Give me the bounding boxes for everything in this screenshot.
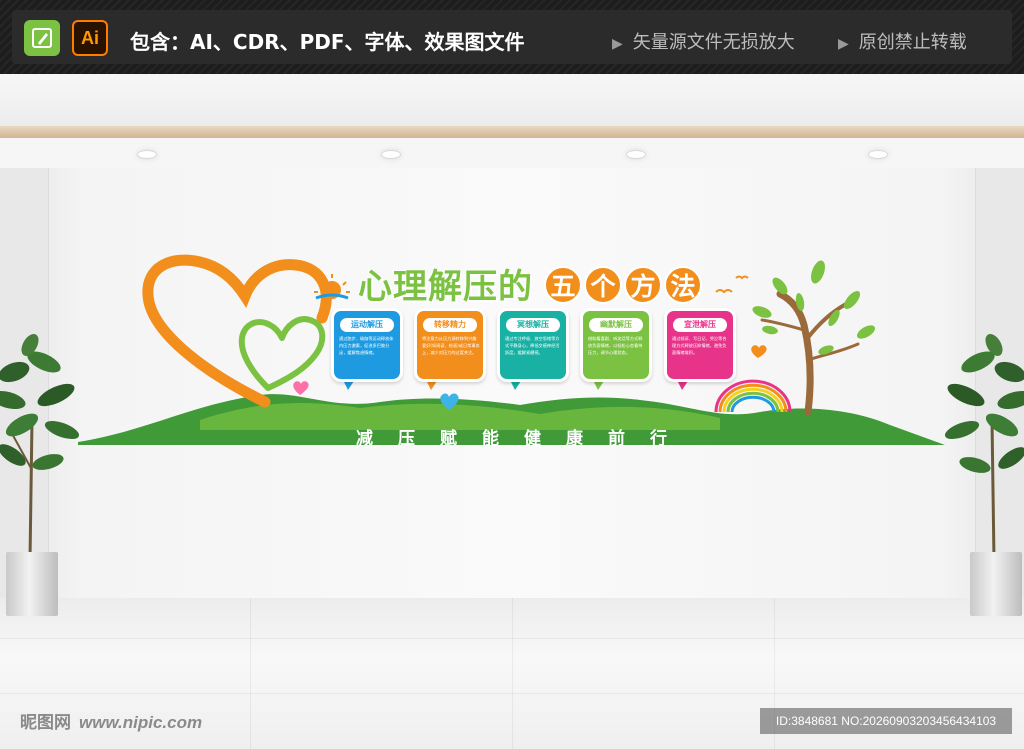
slogan-char: 健	[524, 429, 541, 449]
card-title: 幽默解压	[589, 318, 643, 332]
watermark-url: www.nipic.com	[79, 713, 203, 732]
card-title: 冥想解压	[506, 318, 560, 332]
slogan-char: 康	[566, 429, 583, 449]
title-circle-char: 法	[664, 266, 702, 304]
watermark-site: 昵图网 www.nipic.com	[20, 708, 202, 733]
card-title: 转移精力	[423, 318, 477, 332]
slogan-char: 赋	[440, 429, 457, 449]
slogan-char: 前	[608, 429, 625, 449]
green-heart-icon	[238, 316, 326, 391]
card-body: 将注意力从压力源转移到兴趣爱好(如阅读、绘画)或日常事务上，减少对压力的过度关注…	[422, 336, 480, 355]
rainbow-icon	[714, 379, 792, 413]
card-body: 通过跑步、瑜伽等运动释放体内压力激素，促进多巴胺分泌，缓解焦虑情绪。	[339, 336, 394, 355]
slogan-char: 能	[482, 429, 499, 449]
orange-heart-small-icon	[751, 345, 767, 358]
title-circle-char: 方	[624, 266, 662, 304]
slogan-char: 压	[398, 429, 415, 449]
wall-main-title: 心理解压的	[358, 267, 533, 307]
card-title: 运动解压	[340, 318, 394, 332]
orange-heart-icon	[142, 254, 332, 408]
title-circle-char: 五	[544, 266, 582, 304]
method-card: 冥想解压 通过专注呼吸、放空思绪等方式平静身心，降低交感神经活跃度，缓解紧绷感。	[497, 308, 569, 382]
method-card: 幽默解压 借助看喜剧、听笑话等方式释放负面情绪，以轻松心态看待压力，调节心理状态…	[580, 308, 652, 382]
pink-heart-icon	[293, 381, 309, 395]
slogan-char: 行	[650, 429, 667, 449]
slogan-char: 减	[356, 429, 373, 449]
method-card: 运动解压 通过跑步、瑜伽等运动释放体内压力激素，促进多巴胺分泌，缓解焦虑情绪。	[331, 308, 403, 382]
card-title: 宣泄解压	[673, 318, 727, 332]
bird-icon	[715, 275, 749, 294]
card-body: 借助看喜剧、听笑话等方式释放负面情绪，以轻松心态看待压力，调节心理状态。	[588, 336, 643, 355]
method-card: 转移精力 将注意力从压力源转移到兴趣爱好(如阅读、绘画)或日常事务上，减少对压力…	[414, 308, 486, 382]
card-body: 通过专注呼吸、放空思绪等方式平静身心，降低交感神经活跃度，缓解紧绷感。	[505, 336, 560, 355]
method-card: 宣泄解压 通过倾诉、写日记、哭泣等合理方式释放压抑情绪，避免负面情绪堆积。	[664, 308, 736, 382]
watermark-id: ID:3848681 NO:20260903203456434103	[760, 708, 1012, 734]
title-circle-char: 个	[584, 266, 622, 304]
card-body: 通过倾诉、写日记、哭泣等合理方式释放压抑情绪，避免负面情绪堆积。	[672, 336, 727, 355]
watermark-site-name: 昵图网	[20, 713, 71, 733]
